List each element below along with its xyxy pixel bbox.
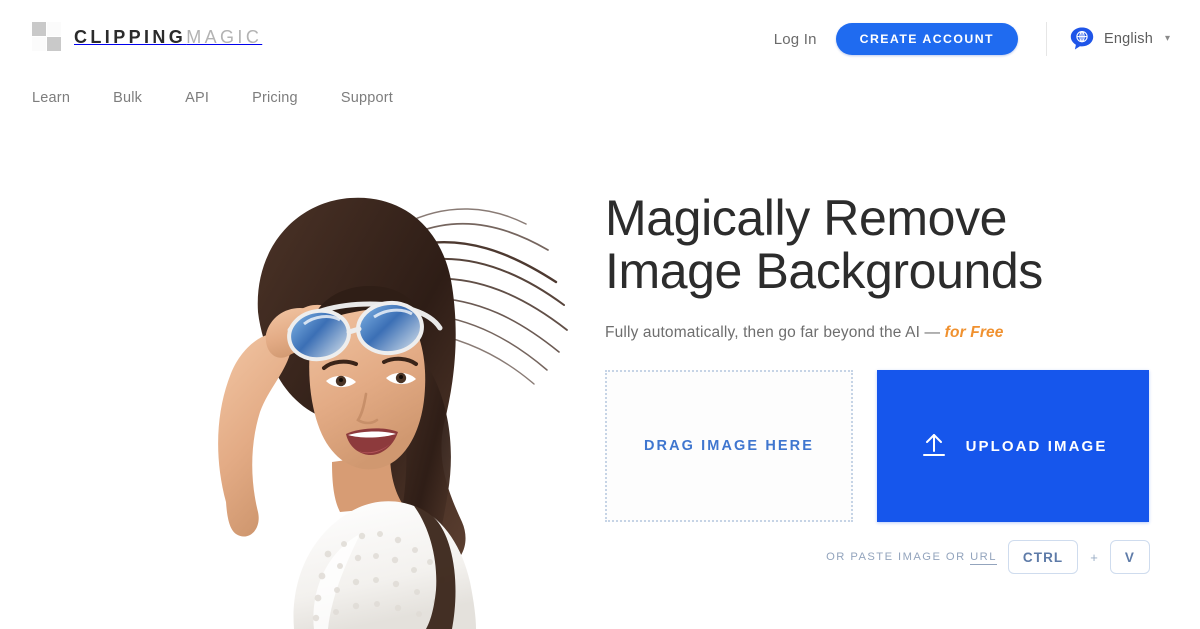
- clipping-magic-landing-page: CLIPPINGMAGIC Learn Bulk API Pricing Sup…: [0, 0, 1200, 629]
- nav-item-api[interactable]: API: [185, 90, 209, 106]
- paste-url-link[interactable]: URL: [970, 551, 997, 565]
- create-account-button[interactable]: CREATE ACCOUNT: [835, 23, 1018, 55]
- language-label: English: [1104, 31, 1153, 47]
- drag-image-dropzone[interactable]: DRAG IMAGE HERE: [605, 370, 853, 522]
- nav-item-support[interactable]: Support: [341, 90, 393, 106]
- headline-line-1: Magically Remove: [605, 190, 1008, 246]
- headline-line-2: Image Backgrounds: [605, 243, 1043, 299]
- chevron-down-icon: ▾: [1164, 33, 1170, 44]
- hero-photo: [118, 162, 570, 629]
- logo-wordmark: CLIPPINGMAGIC: [74, 27, 262, 48]
- logo-word-clipping: CLIPPING: [74, 26, 187, 47]
- nav-item-pricing[interactable]: Pricing: [252, 90, 298, 106]
- hero-subtitle-highlight: for Free: [944, 324, 1004, 341]
- language-selector[interactable]: English ▾: [1069, 26, 1170, 52]
- hero-copy: Magically Remove Image Backgrounds Fully…: [605, 192, 1165, 342]
- log-in-link[interactable]: Log In: [774, 31, 817, 48]
- upload-image-label: UPLOAD IMAGE: [965, 437, 1108, 455]
- checkerboard-icon: [32, 22, 62, 52]
- key-plus-separator: +: [1090, 549, 1098, 565]
- paste-hint-prefix: OR PASTE IMAGE OR: [826, 551, 971, 563]
- upload-image-button[interactable]: UPLOAD IMAGE: [877, 370, 1149, 522]
- paste-hint-row: OR PASTE IMAGE OR URL CTRL + V: [605, 540, 1150, 574]
- hero-actions: DRAG IMAGE HERE UPLOAD IMAGE: [605, 370, 1149, 522]
- site-header: CLIPPINGMAGIC Learn Bulk API Pricing Sup…: [0, 0, 1200, 132]
- globe-speech-bubble-icon: [1069, 26, 1095, 52]
- nav-item-learn[interactable]: Learn: [32, 90, 70, 106]
- logo[interactable]: CLIPPINGMAGIC: [32, 22, 262, 52]
- hero-subtitle-text: Fully automatically, then go far beyond …: [605, 324, 945, 341]
- main-nav: Learn Bulk API Pricing Support: [32, 90, 393, 106]
- upload-arrow-icon: [919, 430, 949, 463]
- paste-hint-text: OR PASTE IMAGE OR URL: [826, 551, 997, 565]
- page-title: Magically Remove Image Backgrounds: [605, 192, 1165, 298]
- logo-word-magic: MAGIC: [186, 26, 263, 47]
- header-actions: Log In CREATE ACCOUNT English ▾: [774, 22, 1170, 56]
- nav-item-bulk[interactable]: Bulk: [113, 90, 142, 106]
- hero-subtitle: Fully automatically, then go far beyond …: [605, 324, 1165, 342]
- hero-section: Magically Remove Image Backgrounds Fully…: [0, 162, 1200, 629]
- header-divider: [1046, 22, 1047, 56]
- key-v[interactable]: V: [1109, 540, 1150, 574]
- key-ctrl[interactable]: CTRL: [1007, 540, 1079, 574]
- drag-image-label: DRAG IMAGE HERE: [643, 438, 815, 454]
